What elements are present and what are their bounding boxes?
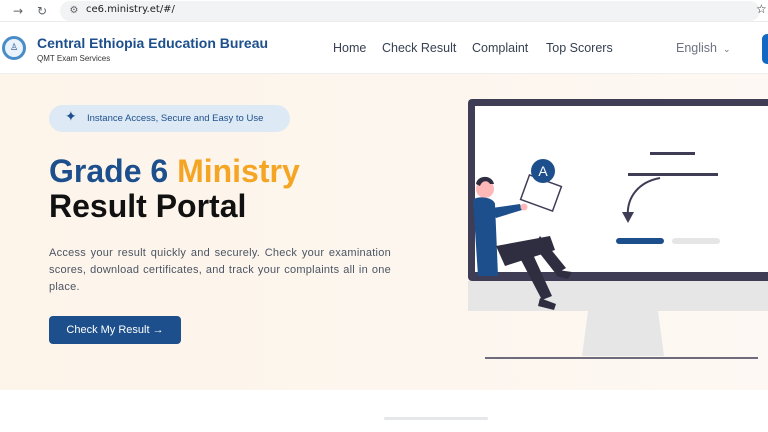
chevron-down-icon: ⌄	[723, 44, 731, 54]
person-hand	[520, 203, 528, 211]
feature-badge: ✦ Instance Access, Secure and Easy to Us…	[49, 105, 290, 132]
heading-result-portal: Result Portal	[49, 188, 247, 224]
hero-heading: Grade 6 Ministry Result Portal	[49, 154, 300, 224]
section-divider	[384, 417, 488, 420]
star-icon[interactable]: ☆	[756, 2, 767, 16]
heading-ministry: Ministry	[177, 153, 300, 189]
nav-top-scorers[interactable]: Top Scorers	[546, 41, 613, 55]
monitor-stand	[582, 311, 664, 356]
nav-complaint[interactable]: Complaint	[472, 41, 528, 55]
heading-grade: Grade 6	[49, 153, 169, 189]
language-selector[interactable]: English ⌄	[676, 41, 731, 55]
nav-check-result[interactable]: Check Result	[382, 41, 456, 55]
screen-line-long	[628, 173, 718, 176]
site-title[interactable]: Central Ethiopia Education Bureau	[37, 35, 268, 51]
reload-icon[interactable]: ↻	[34, 3, 50, 19]
feature-badge-text: Instance Access, Secure and Easy to Use	[87, 113, 264, 124]
logo-emblem-icon: ♙	[10, 43, 19, 53]
arrow-left-icon[interactable]: →	[10, 3, 26, 19]
screen-progress-empty	[672, 238, 720, 244]
screen-line-short	[650, 152, 695, 155]
site-settings-icon[interactable]: ⚙	[66, 3, 82, 19]
bureau-logo[interactable]: ♙	[2, 36, 26, 60]
hero-illustration: A	[468, 99, 768, 359]
browser-toolbar: → ↻ ⚙ ce6.ministry.et/#/ ☆	[0, 0, 768, 22]
url-text[interactable]: ce6.ministry.et/#/	[86, 4, 175, 15]
check-my-result-button[interactable]: Check My Result →	[49, 316, 181, 344]
nav-home[interactable]: Home	[333, 41, 366, 55]
site-subtitle: QMT Exam Services	[37, 54, 111, 63]
screen-progress-filled	[616, 238, 664, 244]
sparkle-icon: ✦	[65, 109, 77, 125]
header-action-button[interactable]	[762, 34, 768, 64]
site-header: ♙ Central Ethiopia Education Bureau QMT …	[0, 22, 768, 74]
hero-description: Access your result quickly and securely.…	[49, 247, 391, 293]
monitor-chin	[468, 281, 768, 311]
grade-letter: A	[538, 163, 548, 179]
language-label: English	[676, 41, 717, 55]
